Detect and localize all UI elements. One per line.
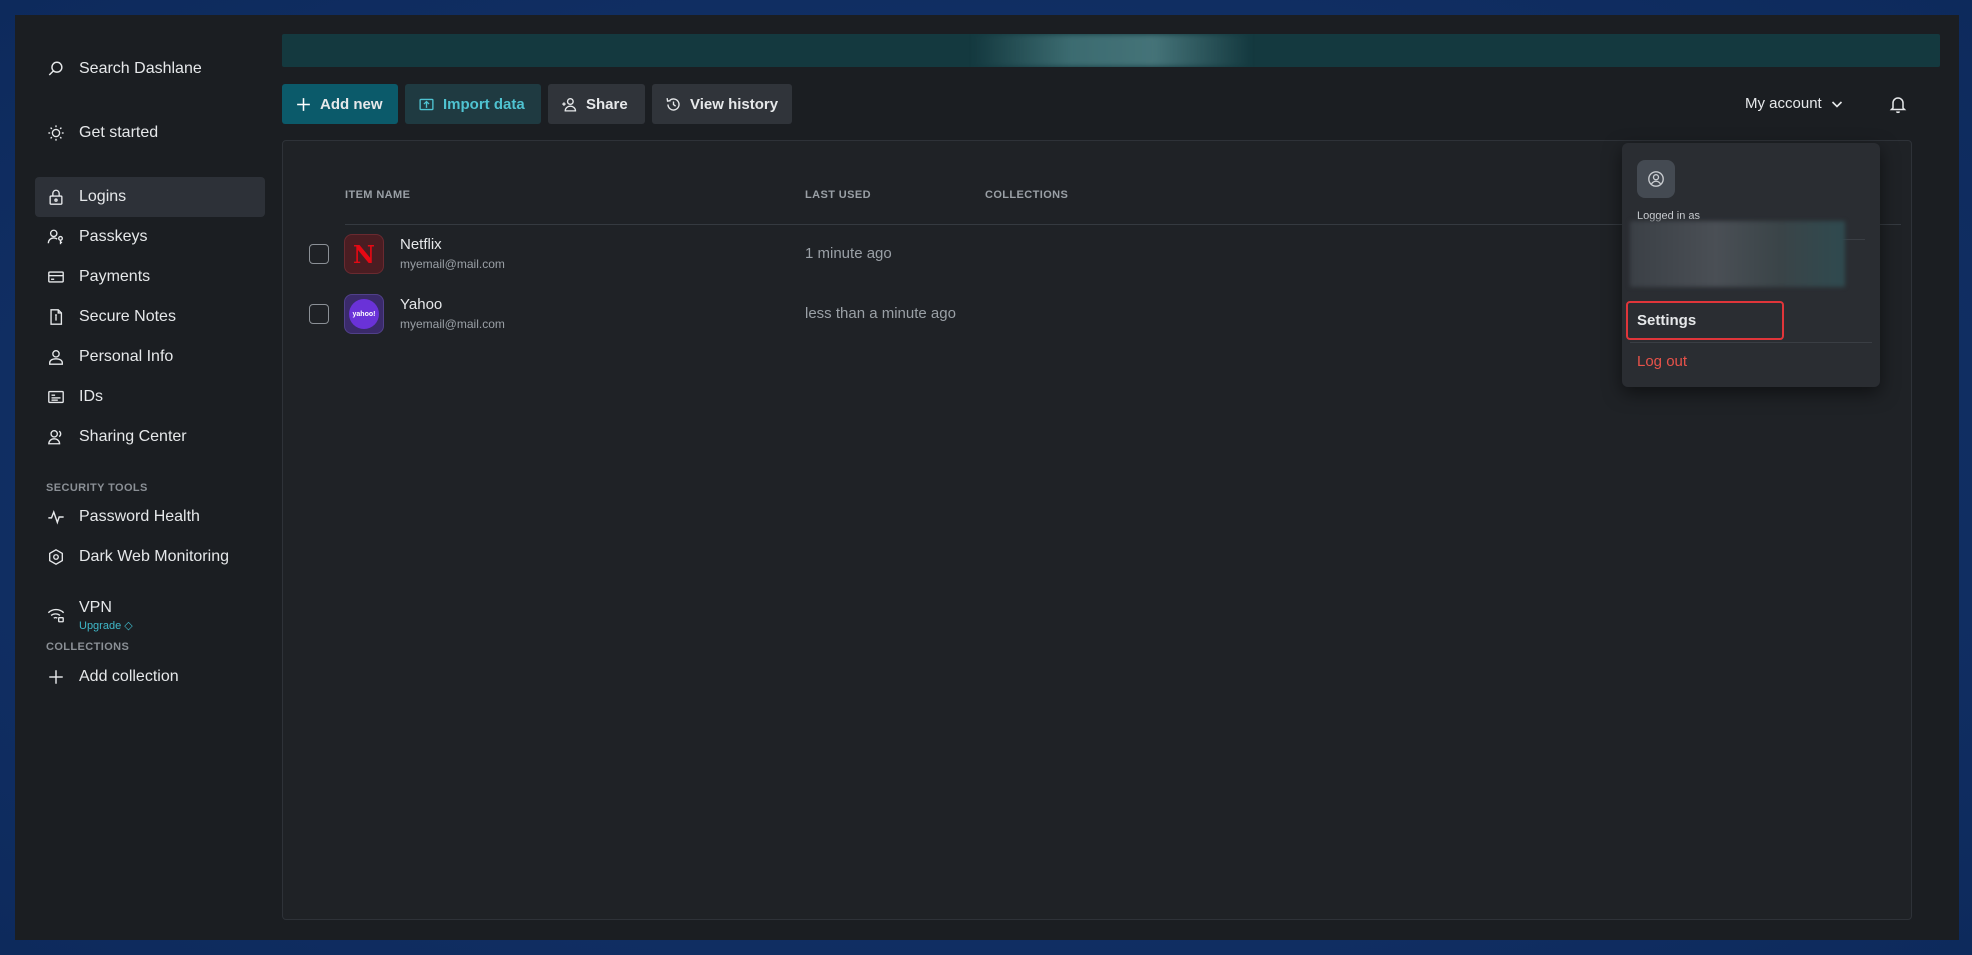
plus-icon [49, 670, 63, 684]
sidebar-item-get-started[interactable]: Get started [35, 113, 265, 153]
sidebar-item-vpn[interactable]: VPN Upgrade ◇ [35, 593, 265, 637]
import-data-button[interactable]: Import data [405, 84, 541, 124]
sidebar-item-label: Personal Info [79, 348, 174, 365]
yahoo-logo: yahoo! [344, 294, 384, 334]
sidebar-item-label: Sharing Center [79, 428, 187, 445]
pulse-icon [48, 509, 64, 525]
add-new-label: Add new [320, 95, 383, 113]
sidebar-item-label: Secure Notes [79, 308, 176, 325]
column-header-last-used[interactable]: LAST USED [805, 189, 871, 201]
netflix-logo-letter: N [353, 239, 375, 269]
dark-web-icon [49, 549, 63, 565]
import-data-label: Import data [443, 95, 525, 113]
menu-divider [1630, 342, 1872, 343]
sharing-icon [48, 430, 62, 445]
row-checkbox[interactable] [309, 304, 329, 324]
sidebar-item-password-health[interactable]: Password Health [35, 497, 265, 537]
lock-icon [49, 189, 63, 205]
netflix-logo: N [344, 234, 384, 274]
yahoo-logo-text: yahoo! [352, 310, 376, 318]
sidebar-item-label: Password Health [79, 508, 200, 525]
user-circle-icon [1648, 171, 1664, 187]
sidebar-item-label: Payments [79, 268, 151, 285]
share-label: Share [586, 95, 628, 113]
collections-heading: COLLECTIONS [46, 641, 130, 653]
banner-blur [972, 34, 1252, 67]
bell-icon[interactable] [1888, 94, 1908, 114]
lightbulb-icon [48, 125, 64, 141]
sidebar-item-logins[interactable]: Logins [35, 177, 265, 217]
my-account-label: My account [1745, 95, 1822, 112]
history-icon [666, 97, 680, 111]
logout-menu-item[interactable]: Log out [1637, 353, 1687, 370]
sidebar-item-label: VPN [79, 598, 112, 616]
sidebar-item-payments[interactable]: Payments [35, 257, 265, 297]
sidebar-item-label: Logins [79, 188, 127, 205]
last-used: 1 minute ago [805, 245, 892, 262]
sidebar-item-personal-info[interactable]: Personal Info [35, 337, 265, 377]
sidebar-item-label: Passkeys [79, 228, 148, 245]
sidebar: Search Dashlane Get started Logins Passk… [15, 15, 277, 940]
item-name: Netflix [400, 236, 442, 253]
add-collection-button[interactable]: Add collection [35, 657, 265, 697]
diamond-icon: ◇ [124, 619, 133, 632]
column-header-collections: COLLECTIONS [985, 189, 1069, 201]
import-icon [419, 98, 434, 110]
account-dropdown: Logged in as Settings Log out [1622, 143, 1880, 387]
upgrade-label: Upgrade [79, 619, 122, 632]
share-button[interactable]: Share [548, 84, 645, 124]
view-history-label: View history [690, 95, 779, 113]
sidebar-item-dark-web-monitoring[interactable]: Dark Web Monitoring [35, 537, 265, 577]
passkey-icon [47, 229, 63, 245]
search-label: Search Dashlane [79, 60, 202, 77]
sidebar-item-label: Dark Web Monitoring [79, 548, 229, 565]
vpn-text: VPN Upgrade ◇ [79, 599, 133, 632]
credit-card-icon [48, 271, 64, 283]
last-used: less than a minute ago [805, 305, 956, 322]
person-icon [49, 350, 63, 365]
avatar [1637, 160, 1675, 198]
share-user-icon [562, 97, 577, 112]
id-card-icon [48, 390, 64, 404]
item-email: myemail@mail.com [400, 317, 505, 331]
column-header-item-name[interactable]: ITEM NAME [345, 189, 410, 201]
sidebar-item-label: IDs [79, 388, 103, 405]
search-dashlane[interactable]: Search Dashlane [35, 49, 265, 89]
redacted-account-email [1630, 221, 1845, 287]
sidebar-item-label: Add collection [79, 668, 179, 685]
top-banner [282, 34, 1940, 67]
add-new-button[interactable]: Add new [282, 84, 398, 124]
my-account-button[interactable]: My account [1745, 95, 1844, 112]
settings-menu-item[interactable]: Settings [1637, 312, 1696, 329]
yahoo-logo-mark: yahoo! [349, 299, 379, 329]
sidebar-item-ids[interactable]: IDs [35, 377, 265, 417]
chevron-down-icon [1831, 100, 1842, 108]
sidebar-item-sharing-center[interactable]: Sharing Center [35, 417, 265, 457]
security-tools-heading: SECURITY TOOLS [46, 482, 148, 494]
sidebar-item-secure-notes[interactable]: Secure Notes [35, 297, 265, 337]
sidebar-item-label: Get started [79, 124, 159, 141]
wifi-lock-icon [47, 608, 65, 623]
note-icon [50, 309, 63, 325]
item-email: myemail@mail.com [400, 257, 505, 271]
search-icon [48, 61, 63, 76]
row-checkbox[interactable] [309, 244, 329, 264]
app-window: Search Dashlane Get started Logins Passk… [15, 15, 1959, 940]
plus-icon [297, 97, 310, 111]
sidebar-item-passkeys[interactable]: Passkeys [35, 217, 265, 257]
item-name: Yahoo [400, 296, 443, 313]
view-history-button[interactable]: View history [652, 84, 792, 124]
vpn-upgrade-link[interactable]: Upgrade ◇ [79, 619, 133, 632]
